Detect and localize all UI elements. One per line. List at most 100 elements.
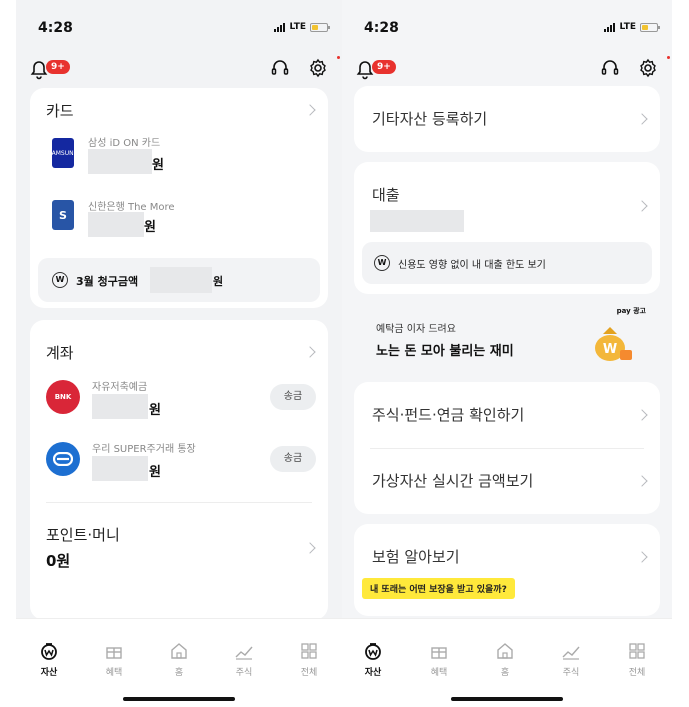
tab-assets[interactable]: 자산 — [348, 641, 398, 678]
home-icon — [169, 641, 189, 661]
signal-icon — [274, 22, 286, 32]
status-time: 4:28 — [364, 20, 399, 36]
chevron-right-icon[interactable] — [304, 104, 316, 116]
won-circle-icon: W — [374, 255, 390, 271]
insurance-title: 보험 알아보기 — [372, 548, 460, 566]
masked-amount — [92, 394, 148, 419]
bell-icon[interactable] — [30, 60, 48, 84]
gift-icon — [429, 641, 449, 661]
insurance-tip[interactable]: 내 또래는 어떤 보장을 받고 있을까? — [362, 578, 515, 599]
tab-all[interactable]: 전체 — [612, 641, 662, 678]
masked-amount — [88, 212, 144, 237]
tab-home[interactable]: 홈 — [154, 641, 204, 678]
section-title-card: 카드 — [46, 102, 74, 120]
signal-icon — [604, 22, 616, 32]
tab-bar: 자산 혜택 홈 주식 전체 — [16, 618, 342, 707]
tab-stocks[interactable]: 주식 — [219, 641, 269, 678]
bill-row[interactable]: W 3월 청구금액 원 — [38, 258, 320, 302]
status-bar: 4:28 LTE — [342, 20, 672, 40]
tab-home[interactable]: 홈 — [480, 641, 530, 678]
left-screen: 4:28 LTE 9+ 카드 SAMSUNG 삼성 iD ON 카드 원 S 신… — [16, 0, 342, 707]
chevron-right-icon — [636, 409, 648, 421]
network-label: LTE — [619, 22, 636, 32]
network-label: LTE — [289, 22, 306, 32]
shinhan-card-icon: S — [52, 200, 74, 230]
masked-amount — [92, 456, 148, 481]
home-indicator — [451, 697, 563, 701]
status-bar: 4:28 LTE — [16, 20, 342, 40]
bell-icon[interactable] — [356, 60, 374, 84]
tab-assets[interactable]: 자산 — [24, 641, 74, 678]
headset-icon[interactable] — [270, 58, 290, 82]
assets-icon — [39, 641, 59, 661]
tab-benefits[interactable]: 혜택 — [414, 641, 464, 678]
tab-benefits[interactable]: 혜택 — [89, 641, 139, 678]
account-amount-unit: 원 — [149, 465, 161, 480]
chevron-right-icon — [636, 475, 648, 487]
grid-icon — [627, 641, 647, 661]
card-section: 카드 SAMSUNG 삼성 iD ON 카드 원 S 신한은행 The More… — [30, 88, 328, 308]
account-name: 자유저축예금 — [92, 382, 148, 393]
chevron-right-icon[interactable] — [304, 542, 316, 554]
gear-icon[interactable] — [638, 58, 658, 82]
battery-icon — [310, 22, 330, 32]
loan-title: 대출 — [372, 186, 400, 204]
woori-bank-icon — [46, 442, 80, 476]
right-screen: 4:28 LTE 9+ 기타자산 등록하기 대출 W 신용도 영향 없이 내 대… — [342, 0, 672, 707]
crypto-item[interactable]: 가상자산 실시간 금액보기 — [354, 448, 660, 514]
send-button[interactable]: 송금 — [270, 446, 316, 472]
samsung-card-icon: SAMSUNG — [48, 138, 78, 168]
masked-amount — [150, 267, 212, 293]
masked-amount — [370, 210, 464, 232]
promo-sub: 예탁금 이자 드려요 — [376, 324, 456, 335]
chevron-right-icon[interactable] — [304, 346, 316, 358]
account-amount-unit: 원 — [149, 403, 161, 418]
home-indicator — [123, 697, 235, 701]
card-name: 삼성 iD ON 카드 — [88, 138, 161, 149]
status-time: 4:28 — [38, 20, 73, 36]
account-name: 우리 SUPER주거래 통장 — [92, 444, 196, 455]
chart-icon — [561, 641, 581, 661]
svg-text:W: W — [603, 342, 617, 357]
top-bar: 9+ — [342, 56, 672, 84]
promo-title: 노는 돈 모아 불리는 재미 — [376, 344, 514, 359]
investments-section: 주식·펀드·연금 확인하기 가상자산 실시간 금액보기 — [354, 382, 660, 514]
loan-section[interactable]: 대출 W 신용도 영향 없이 내 대출 한도 보기 — [354, 162, 660, 294]
account-section: 계좌 BNK 자유저축예금 원 송금 우리 SUPER주거래 통장 원 송금 포… — [30, 320, 328, 620]
won-circle-icon: W — [52, 272, 68, 288]
notification-badge: 9+ — [46, 60, 70, 74]
section-title-account: 계좌 — [46, 344, 74, 362]
top-bar: 9+ — [16, 56, 342, 84]
tab-all[interactable]: 전체 — [284, 641, 334, 678]
home-icon — [495, 641, 515, 661]
send-button[interactable]: 송금 — [270, 384, 316, 410]
ad-label: pay 광고 — [616, 307, 646, 315]
gift-icon — [104, 641, 124, 661]
insurance-section[interactable]: 보험 알아보기 — [354, 524, 660, 616]
promo-banner[interactable]: 예탁금 이자 드려요 노는 돈 모아 불리는 재미 pay 광고 W — [354, 300, 660, 378]
tab-stocks[interactable]: 주식 — [546, 641, 596, 678]
money-bag-icon: W — [590, 320, 634, 368]
bill-unit: 원 — [213, 275, 224, 288]
card-amount-unit: 원 — [152, 158, 164, 173]
chevron-right-icon — [636, 551, 648, 563]
register-other-assets[interactable]: 기타자산 등록하기 — [354, 86, 660, 152]
grid-icon — [299, 641, 319, 661]
chevron-right-icon — [636, 200, 648, 212]
battery-icon — [640, 22, 660, 32]
masked-amount — [88, 149, 152, 174]
stocks-funds-pension-item[interactable]: 주식·펀드·연금 확인하기 — [354, 382, 660, 448]
loan-limit-row[interactable]: W 신용도 영향 없이 내 대출 한도 보기 — [362, 242, 652, 284]
section-title-points: 포인트·머니 — [46, 526, 120, 544]
bnk-bank-icon: BNK — [46, 380, 80, 414]
gear-icon[interactable] — [308, 58, 328, 82]
tab-bar: 자산 혜택 홈 주식 전체 — [342, 618, 672, 707]
bill-label: 3월 청구금액 — [76, 275, 139, 288]
loan-hint: 신용도 영향 없이 내 대출 한도 보기 — [398, 260, 546, 271]
headset-icon[interactable] — [600, 58, 620, 82]
chevron-right-icon — [636, 113, 648, 125]
card-amount-unit: 원 — [144, 220, 156, 235]
points-value: 0원 — [46, 552, 71, 570]
card-name: 신한은행 The More — [88, 202, 175, 213]
notification-badge: 9+ — [372, 60, 396, 74]
